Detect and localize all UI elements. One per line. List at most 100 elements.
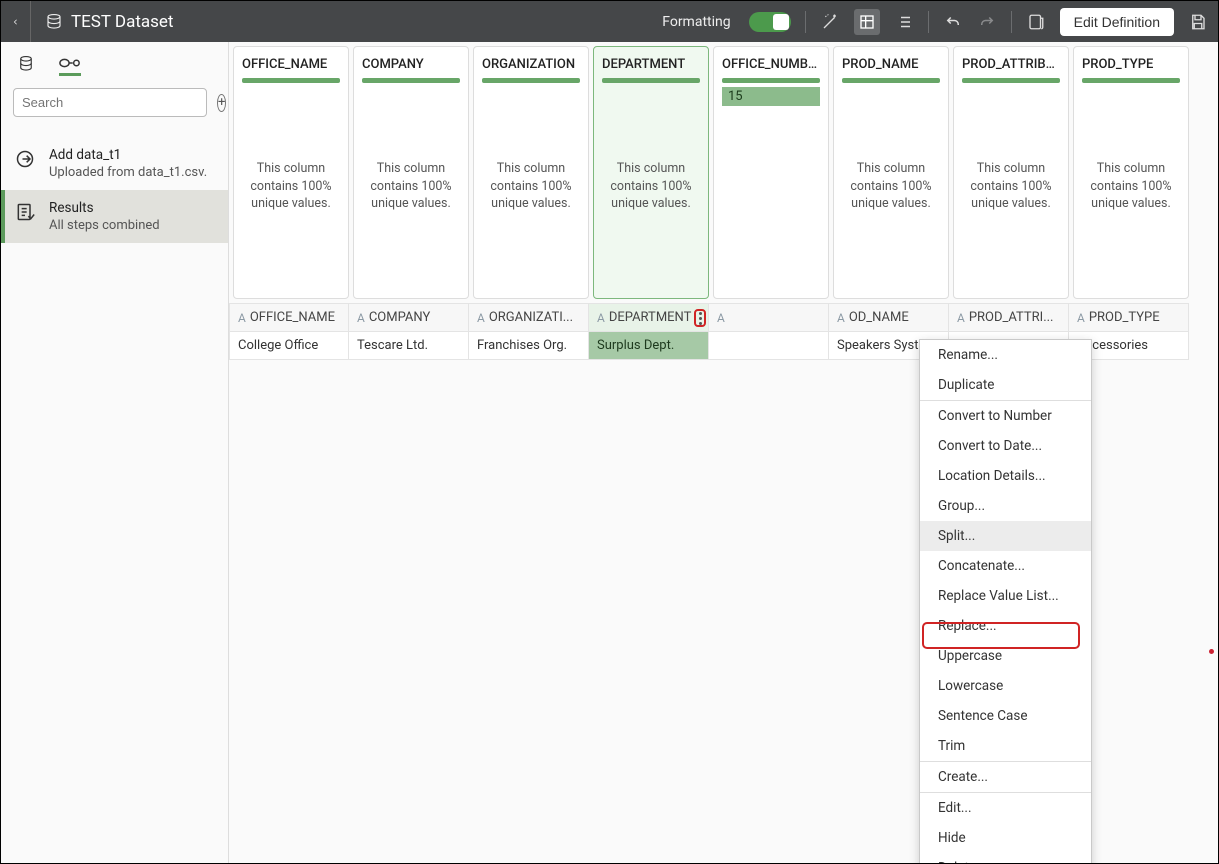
table-cell: College Office [229, 332, 349, 360]
column-header[interactable]: A [709, 303, 829, 332]
value-chip[interactable]: 15 [722, 87, 820, 106]
unique-text: This column contains 100% unique values. [602, 83, 700, 290]
column-card[interactable]: ORGANIZATION This column contains 100% un… [473, 46, 589, 299]
step-add-data[interactable]: Add data_t1 Uploaded from data_t1.csv. [1, 137, 228, 190]
list-view-icon[interactable] [894, 12, 914, 32]
unique-text: This column contains 100% unique values. [242, 83, 340, 290]
column-menu-button[interactable] [694, 309, 706, 327]
column-name: PROD_NAME [842, 57, 940, 72]
formatting-label: Formatting [662, 14, 730, 30]
column-name: ORGANIZATION [482, 57, 580, 72]
step-title: Add data_t1 [49, 147, 207, 163]
page-title: TEST Dataset [71, 12, 174, 32]
column-card[interactable]: OFFICE_NUMBER 15 [713, 46, 829, 299]
results-icon [15, 202, 37, 226]
column-header[interactable]: A PROD_ATTRI... [949, 303, 1069, 332]
column-name: OFFICE_NUMBER [722, 57, 820, 72]
column-card[interactable]: COMPANY This column contains 100% unique … [353, 46, 469, 299]
column-card[interactable]: PROD_ATTRIBU... This column contains 100%… [953, 46, 1069, 299]
menu-item[interactable]: Split... [920, 521, 1091, 551]
type-icon: A [837, 311, 845, 325]
table-cell: Franchises Org. [469, 332, 589, 360]
menu-item[interactable]: Replace Value List... [920, 581, 1091, 611]
menu-item[interactable]: Group... [920, 491, 1091, 521]
header-label: COMPANY [369, 310, 430, 325]
column-header[interactable]: A COMPANY [349, 303, 469, 332]
column-card[interactable]: PROD_TYPE This column contains 100% uniqu… [1073, 46, 1189, 299]
save-icon[interactable] [1188, 12, 1208, 32]
menu-item[interactable]: Edit... [920, 793, 1091, 823]
step-subtitle: All steps combined [49, 218, 160, 233]
wand-icon[interactable] [820, 12, 840, 32]
sidebar-tab-db-icon[interactable] [15, 52, 37, 76]
unique-text: This column contains 100% unique values. [362, 83, 460, 290]
menu-item[interactable]: Sentence Case [920, 701, 1091, 731]
back-button[interactable] [11, 1, 31, 42]
dataset-icon [45, 13, 63, 31]
menu-item[interactable]: Convert to Date... [920, 431, 1091, 461]
annotation-dot [1209, 649, 1214, 654]
header-label: ORGANIZATI... [489, 310, 573, 325]
add-step-button[interactable]: + [217, 94, 226, 112]
undo-icon[interactable] [943, 12, 963, 32]
menu-item[interactable]: Convert to Number [920, 401, 1091, 431]
separator [1011, 11, 1012, 33]
column-header[interactable]: A OD_NAME [829, 303, 949, 332]
separator [928, 11, 929, 33]
type-icon: A [957, 311, 965, 325]
step-subtitle: Uploaded from data_t1.csv. [49, 165, 207, 180]
header-label: OFFICE_NAME [250, 310, 335, 325]
menu-item[interactable]: Replace... [920, 611, 1091, 641]
column-card[interactable]: OFFICE_NAME This column contains 100% uni… [233, 46, 349, 299]
unique-text: This column contains 100% unique values. [1082, 83, 1180, 290]
column-header[interactable]: A OFFICE_NAME [229, 303, 349, 332]
column-header[interactable]: A PROD_TYPE [1069, 303, 1189, 332]
type-icon: A [238, 311, 246, 325]
separator [805, 11, 806, 33]
column-name: OFFICE_NAME [242, 57, 340, 72]
column-header[interactable]: A ORGANIZATI... [469, 303, 589, 332]
table-cell [709, 332, 829, 360]
menu-item[interactable]: Lowercase [920, 671, 1091, 701]
column-header[interactable]: A DEPARTMENT [589, 303, 709, 332]
redo-icon[interactable] [977, 12, 997, 32]
sidebar-tab-flow-icon[interactable] [59, 52, 81, 76]
type-icon: A [1077, 311, 1085, 325]
column-card[interactable]: DEPARTMENT This column contains 100% uniq… [593, 46, 709, 299]
unique-text: This column contains 100% unique values. [842, 83, 940, 290]
header-label: OD_NAME [849, 310, 909, 325]
menu-item[interactable]: Uppercase [920, 641, 1091, 671]
unique-text: This column contains 100% unique values. [482, 83, 580, 290]
column-name: DEPARTMENT [602, 57, 700, 72]
column-name: PROD_TYPE [1082, 57, 1180, 72]
column-card[interactable]: PROD_NAME This column contains 100% uniqu… [833, 46, 949, 299]
menu-item[interactable]: Delete [920, 853, 1091, 863]
edit-definition-button[interactable]: Edit Definition [1060, 8, 1174, 36]
script-icon[interactable] [1026, 12, 1046, 32]
topbar: TEST Dataset Formatting Edit Definition [1, 1, 1218, 42]
formatting-toggle[interactable] [749, 12, 791, 32]
menu-item[interactable]: Hide [920, 823, 1091, 853]
type-icon: A [357, 311, 365, 325]
menu-item[interactable]: Rename... [920, 340, 1091, 370]
import-icon [15, 149, 37, 173]
menu-item[interactable]: Concatenate... [920, 551, 1091, 581]
column-name: COMPANY [362, 57, 460, 72]
header-label: PROD_TYPE [1089, 310, 1160, 325]
unique-text: This column contains 100% unique values. [962, 83, 1060, 290]
table-cell: Surplus Dept. [589, 332, 709, 360]
step-results[interactable]: Results All steps combined [1, 190, 228, 243]
menu-item[interactable]: Trim [920, 731, 1091, 761]
type-icon: A [717, 311, 725, 325]
search-input[interactable] [13, 88, 207, 117]
sidebar: + Add data_t1 Uploaded from data_t1.csv.… [1, 42, 229, 863]
menu-item[interactable]: Location Details... [920, 461, 1091, 491]
type-icon: A [477, 311, 485, 325]
header-label: DEPARTMENT [609, 310, 692, 325]
menu-item[interactable]: Create... [920, 762, 1091, 792]
column-name: PROD_ATTRIBU... [962, 57, 1060, 72]
menu-item[interactable]: Duplicate [920, 370, 1091, 400]
table-view-icon[interactable] [854, 9, 880, 35]
header-label: PROD_ATTRI... [969, 310, 1054, 325]
type-icon: A [597, 311, 605, 325]
